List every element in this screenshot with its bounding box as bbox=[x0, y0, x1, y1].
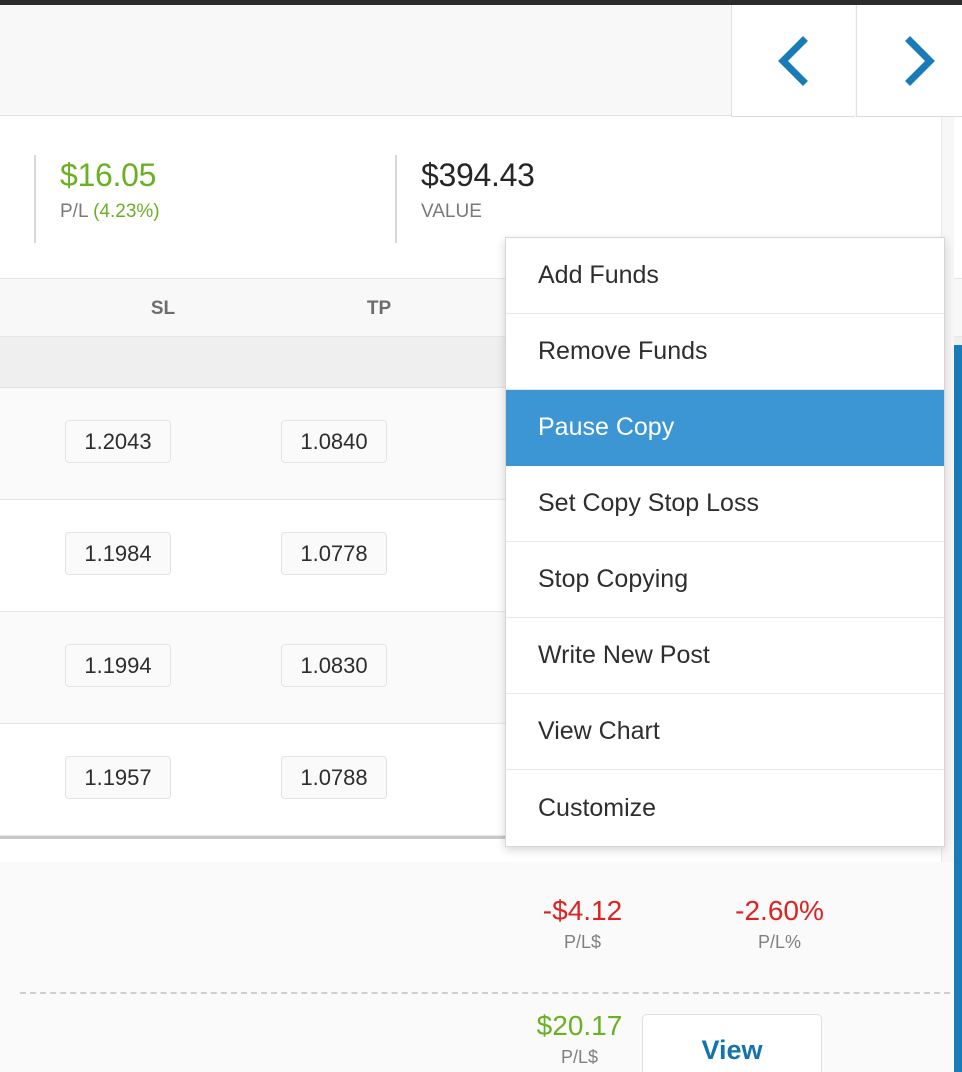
stat-value: $394.43 VALUE bbox=[395, 155, 535, 243]
top-navigation-bar bbox=[0, 5, 962, 116]
previous-button[interactable] bbox=[731, 5, 855, 117]
value-amount: $394.43 bbox=[421, 155, 535, 195]
footer-total-label: P/L$ bbox=[512, 1047, 647, 1068]
sl-input[interactable]: 1.1957 bbox=[65, 756, 171, 799]
footer-stat-total: $20.17 P/L$ bbox=[512, 1009, 647, 1068]
menu-item-write-new-post[interactable]: Write New Post bbox=[506, 618, 944, 694]
footer-divider bbox=[20, 992, 950, 994]
tp-input[interactable]: 1.0778 bbox=[281, 532, 387, 575]
footer-total-amount: $20.17 bbox=[512, 1009, 647, 1043]
tp-input[interactable]: 1.0830 bbox=[281, 644, 387, 687]
tp-input[interactable]: 1.0840 bbox=[281, 420, 387, 463]
footer-pl-percent-label: P/L% bbox=[712, 932, 847, 953]
next-button[interactable] bbox=[856, 5, 962, 117]
view-button[interactable]: View bbox=[642, 1014, 822, 1072]
pl-percentage: (4.23%) bbox=[93, 201, 160, 222]
pl-amount: $16.05 bbox=[60, 155, 160, 195]
menu-item-pause-copy[interactable]: Pause Copy bbox=[506, 390, 944, 466]
footer-pl-dollar-amount: -$4.12 bbox=[515, 894, 650, 928]
settings-dropdown-menu: Add Funds Remove Funds Pause Copy Set Co… bbox=[505, 237, 945, 847]
chevron-left-icon bbox=[774, 35, 814, 87]
footer-pl-dollar-label: P/L$ bbox=[515, 932, 650, 953]
sl-input[interactable]: 1.1984 bbox=[65, 532, 171, 575]
footer-stat-pl-percent: -2.60% P/L% bbox=[712, 894, 847, 953]
menu-item-stop-copying[interactable]: Stop Copying bbox=[506, 542, 944, 618]
column-header-sl: SL bbox=[108, 298, 218, 320]
sl-input[interactable]: 1.2043 bbox=[65, 420, 171, 463]
footer-pl-percent-amount: -2.60% bbox=[712, 894, 847, 928]
value-label: VALUE bbox=[421, 200, 535, 224]
tp-input[interactable]: 1.0788 bbox=[281, 756, 387, 799]
footer-stat-pl-dollar: -$4.12 P/L$ bbox=[515, 894, 650, 953]
vertical-scrollbar[interactable] bbox=[954, 345, 962, 1072]
pl-label: P/L (4.23%) bbox=[60, 200, 160, 224]
menu-item-add-funds[interactable]: Add Funds bbox=[506, 238, 944, 314]
pl-label-text: P/L bbox=[60, 201, 93, 222]
column-header-tp: TP bbox=[324, 298, 434, 320]
stat-profit-loss: $16.05 P/L (4.23%) bbox=[34, 155, 160, 243]
menu-item-remove-funds[interactable]: Remove Funds bbox=[506, 314, 944, 390]
menu-item-view-chart[interactable]: View Chart bbox=[506, 694, 944, 770]
chevron-right-icon bbox=[899, 35, 939, 87]
app-screen: $16.05 P/L (4.23%) $394.43 VALUE SL TP 1… bbox=[0, 0, 962, 1072]
menu-item-customize[interactable]: Customize bbox=[506, 770, 944, 846]
menu-item-set-copy-stop-loss[interactable]: Set Copy Stop Loss bbox=[506, 466, 944, 542]
sl-input[interactable]: 1.1994 bbox=[65, 644, 171, 687]
topbar-empty-area bbox=[0, 5, 731, 116]
